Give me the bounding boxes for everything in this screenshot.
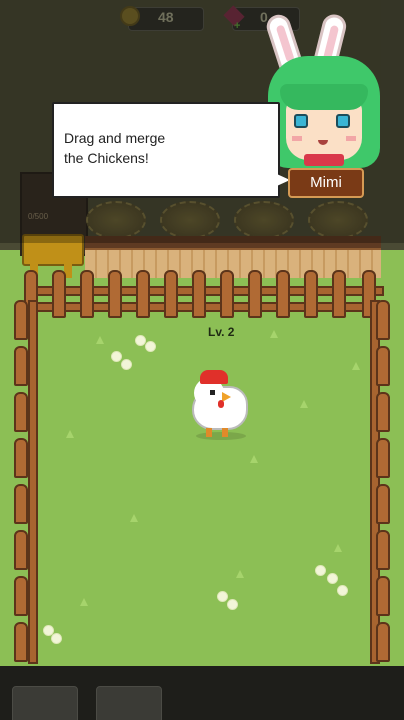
- grass-tuft: [334, 544, 342, 552]
- fence-post: [304, 270, 318, 318]
- chicken-comb: [200, 370, 228, 384]
- flower-icon: [44, 626, 53, 635]
- grass-tuft: [352, 362, 360, 370]
- flower-icon: [218, 592, 227, 601]
- fence-post: [376, 438, 390, 478]
- chicken-shop-button[interactable]: [12, 686, 78, 720]
- speaker-name-tag: Mimi: [288, 168, 364, 198]
- fence-post: [14, 438, 28, 478]
- fence-post: [14, 484, 28, 524]
- fence-post: [14, 530, 28, 570]
- tutorial-message: Drag and merge the Chickens!: [64, 130, 166, 166]
- fence-post: [136, 270, 150, 318]
- fence-post: [14, 576, 28, 616]
- fence-post: [376, 392, 390, 432]
- menu-slot-button[interactable]: [96, 686, 162, 720]
- fence-post: [80, 270, 94, 318]
- fence-post: [376, 622, 390, 662]
- grass-tuft: [270, 330, 278, 338]
- fence-post: [376, 530, 390, 570]
- grass-tuft: [250, 455, 258, 463]
- fence-post: [14, 392, 28, 432]
- mimi-blush: [292, 136, 302, 141]
- fence-post: [276, 270, 290, 318]
- mimi-collar: [304, 154, 344, 166]
- fence-post: [220, 270, 234, 318]
- fence-post: [108, 270, 122, 318]
- fence-post: [192, 270, 206, 318]
- mimi-blush: [346, 136, 356, 141]
- grass-tuft: [66, 430, 74, 438]
- flower-icon: [338, 586, 347, 595]
- fence-post: [164, 270, 178, 318]
- flower-icon: [328, 574, 337, 583]
- chicken-wattle: [218, 400, 224, 408]
- chicken-eye: [210, 390, 215, 395]
- fence-rail-left: [28, 300, 38, 664]
- chicken-level-label: Lv. 2: [208, 325, 235, 339]
- fence-post: [376, 484, 390, 524]
- chicken-leg: [206, 428, 212, 437]
- speech-bubble-tail: [268, 170, 290, 190]
- fence-post: [14, 346, 28, 386]
- flower-icon: [228, 600, 237, 609]
- fence-post: [248, 270, 262, 318]
- fence-post: [376, 346, 390, 386]
- flower-icon: [316, 566, 325, 575]
- flower-icon: [52, 634, 61, 643]
- fence-post: [332, 270, 346, 318]
- chicken-shadow: [196, 432, 246, 440]
- mimi-eye-right: [336, 114, 350, 128]
- fence-post: [14, 622, 28, 662]
- grass-tuft: [96, 336, 104, 344]
- grass-tuft: [300, 400, 308, 408]
- flower-icon: [112, 352, 121, 361]
- grass-tuft: [80, 598, 88, 606]
- game-canvas: 48 + 0 0/500 Lv. 2 Drag and merge the Ch…: [0, 0, 404, 720]
- grass-tuft: [236, 570, 244, 578]
- chicken-leg: [222, 428, 228, 437]
- fence-post: [14, 300, 28, 340]
- fence-post: [376, 576, 390, 616]
- mimi-bangs: [280, 84, 368, 110]
- flower-icon: [146, 342, 155, 351]
- flower-icon: [122, 360, 131, 369]
- flower-icon: [136, 336, 145, 345]
- fence-post: [376, 300, 390, 340]
- mimi-eye-left: [294, 114, 308, 128]
- grass-tuft: [130, 514, 138, 522]
- fence-post: [52, 270, 66, 318]
